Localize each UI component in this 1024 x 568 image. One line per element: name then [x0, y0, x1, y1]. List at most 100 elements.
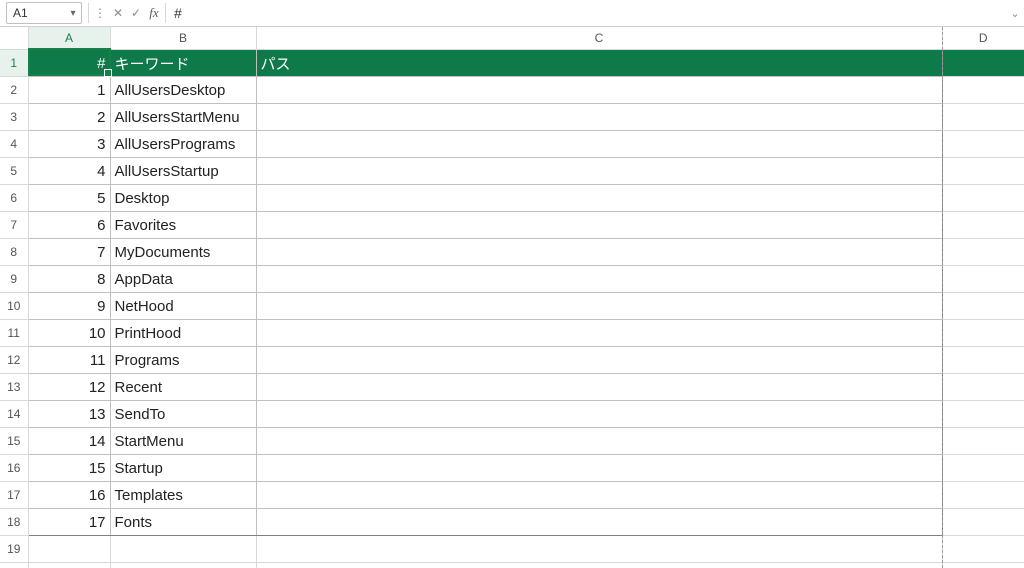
- cell-D3[interactable]: [942, 104, 1024, 131]
- expand-formula-bar-icon[interactable]: ⌄: [1006, 7, 1024, 20]
- cell-B13[interactable]: Recent: [110, 374, 256, 401]
- chevron-down-icon[interactable]: ▾: [65, 8, 81, 19]
- cell-A17[interactable]: 16: [28, 482, 110, 509]
- cell-C4[interactable]: [256, 131, 942, 158]
- cell-C15[interactable]: [256, 428, 942, 455]
- row-header-8[interactable]: 8: [0, 239, 28, 266]
- cell-A16[interactable]: 15: [28, 455, 110, 482]
- row-header-19[interactable]: 19: [0, 536, 28, 563]
- cell-A15[interactable]: 14: [28, 428, 110, 455]
- cell-B11[interactable]: PrintHood: [110, 320, 256, 347]
- row-header-4[interactable]: 4: [0, 131, 28, 158]
- cell-C9[interactable]: [256, 266, 942, 293]
- row-header-12[interactable]: 12: [0, 347, 28, 374]
- cell-B16[interactable]: Startup: [110, 455, 256, 482]
- cell-D20[interactable]: [942, 563, 1024, 568]
- cell-C5[interactable]: [256, 158, 942, 185]
- cell-D9[interactable]: [942, 266, 1024, 293]
- cell-C6[interactable]: [256, 185, 942, 212]
- row-header-17[interactable]: 17: [0, 482, 28, 509]
- cell-A4[interactable]: 3: [28, 131, 110, 158]
- cell-C8[interactable]: [256, 239, 942, 266]
- cell-D19[interactable]: [942, 536, 1024, 563]
- cell-D15[interactable]: [942, 428, 1024, 455]
- cell-C3[interactable]: [256, 104, 942, 131]
- cell-D6[interactable]: [942, 185, 1024, 212]
- cell-B10[interactable]: NetHood: [110, 293, 256, 320]
- row-header-13[interactable]: 13: [0, 374, 28, 401]
- cell-B17[interactable]: Templates: [110, 482, 256, 509]
- cell-B3[interactable]: AllUsersStartMenu: [110, 104, 256, 131]
- cell-D12[interactable]: [942, 347, 1024, 374]
- cell-C16[interactable]: [256, 455, 942, 482]
- row-header-16[interactable]: 16: [0, 455, 28, 482]
- cell-A18[interactable]: 17: [28, 509, 110, 536]
- row-header-9[interactable]: 9: [0, 266, 28, 293]
- name-box[interactable]: A1 ▾: [6, 2, 82, 24]
- fx-icon[interactable]: fx: [145, 3, 163, 23]
- column-header-C[interactable]: C: [256, 27, 942, 50]
- cell-D2[interactable]: [942, 77, 1024, 104]
- cell-B5[interactable]: AllUsersStartup: [110, 158, 256, 185]
- cell-D7[interactable]: [942, 212, 1024, 239]
- cell-B14[interactable]: SendTo: [110, 401, 256, 428]
- cell-A2[interactable]: 1: [28, 77, 110, 104]
- cell-D18[interactable]: [942, 509, 1024, 536]
- cell-D4[interactable]: [942, 131, 1024, 158]
- cell-A13[interactable]: 12: [28, 374, 110, 401]
- cell-D16[interactable]: [942, 455, 1024, 482]
- accept-icon[interactable]: ✓: [127, 3, 145, 23]
- cell-A12[interactable]: 11: [28, 347, 110, 374]
- column-header-A[interactable]: A: [28, 27, 110, 50]
- row-header-1[interactable]: 1: [0, 50, 28, 77]
- cell-C18[interactable]: [256, 509, 942, 536]
- select-all-corner[interactable]: [0, 27, 28, 50]
- row-header-7[interactable]: 7: [0, 212, 28, 239]
- cell-C17[interactable]: [256, 482, 942, 509]
- cell-B8[interactable]: MyDocuments: [110, 239, 256, 266]
- cell-A8[interactable]: 7: [28, 239, 110, 266]
- cell-B1[interactable]: キーワード: [110, 50, 256, 77]
- cell-C20[interactable]: [256, 563, 942, 568]
- row-header-18[interactable]: 18: [0, 509, 28, 536]
- cell-B15[interactable]: StartMenu: [110, 428, 256, 455]
- row-header-3[interactable]: 3: [0, 104, 28, 131]
- row-header-5[interactable]: 5: [0, 158, 28, 185]
- cell-A5[interactable]: 4: [28, 158, 110, 185]
- cell-C19[interactable]: [256, 536, 942, 563]
- cell-D11[interactable]: [942, 320, 1024, 347]
- cell-A7[interactable]: 6: [28, 212, 110, 239]
- cell-A3[interactable]: 2: [28, 104, 110, 131]
- cancel-icon[interactable]: ✕: [109, 3, 127, 23]
- cell-C7[interactable]: [256, 212, 942, 239]
- cell-A14[interactable]: 13: [28, 401, 110, 428]
- cell-C12[interactable]: [256, 347, 942, 374]
- cell-B9[interactable]: AppData: [110, 266, 256, 293]
- cell-A19[interactable]: [28, 536, 110, 563]
- cell-B12[interactable]: Programs: [110, 347, 256, 374]
- cell-B4[interactable]: AllUsersPrograms: [110, 131, 256, 158]
- cell-D14[interactable]: [942, 401, 1024, 428]
- row-header-6[interactable]: 6: [0, 185, 28, 212]
- spreadsheet-grid[interactable]: ABCD1#キーワードパス21AllUsersDesktop32AllUsers…: [0, 27, 1024, 568]
- cell-C14[interactable]: [256, 401, 942, 428]
- cell-B19[interactable]: [110, 536, 256, 563]
- row-header-20[interactable]: 20: [0, 563, 28, 568]
- cell-D1[interactable]: [942, 50, 1024, 77]
- row-header-15[interactable]: 15: [0, 428, 28, 455]
- cell-C1[interactable]: パス: [256, 50, 942, 77]
- cell-A9[interactable]: 8: [28, 266, 110, 293]
- cell-B20[interactable]: [110, 563, 256, 568]
- formula-input[interactable]: [174, 3, 1006, 23]
- row-header-10[interactable]: 10: [0, 293, 28, 320]
- cell-A11[interactable]: 10: [28, 320, 110, 347]
- cell-B7[interactable]: Favorites: [110, 212, 256, 239]
- cell-A1[interactable]: #: [28, 50, 110, 77]
- cell-D8[interactable]: [942, 239, 1024, 266]
- cell-C10[interactable]: [256, 293, 942, 320]
- column-header-D[interactable]: D: [942, 27, 1024, 50]
- row-header-11[interactable]: 11: [0, 320, 28, 347]
- more-icon[interactable]: ⋮: [91, 3, 109, 23]
- cell-D13[interactable]: [942, 374, 1024, 401]
- cell-C2[interactable]: [256, 77, 942, 104]
